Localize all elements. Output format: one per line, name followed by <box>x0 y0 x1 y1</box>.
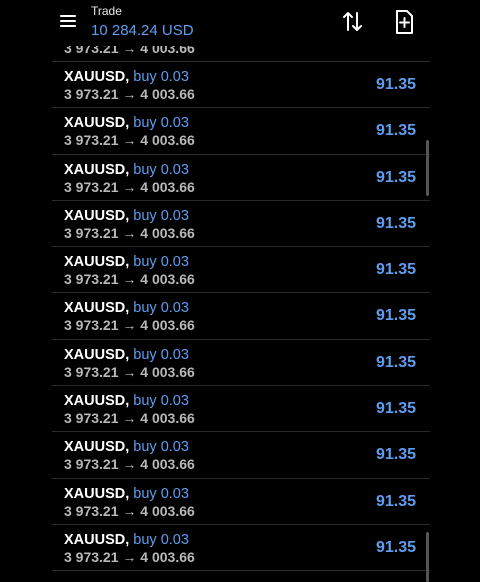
profit-value: 91.35 <box>375 353 416 371</box>
symbol: XAUUSD <box>64 485 126 502</box>
list-item[interactable]: XAUUSD, buy 0.03 3 973.21 → 4 003.66 91.… <box>52 155 430 201</box>
current-price: 4 003.66 <box>140 178 195 195</box>
profit-value: 91.35 <box>375 538 416 556</box>
list-item[interactable]: XAUUSD, buy 0.03 3 973.21 → 4 003.66 91.… <box>52 432 430 479</box>
profit-value: 91.35 <box>375 307 416 325</box>
list-item[interactable]: XAUUSD, buy 0.03 3 973.21 → 4 003.66 91.… <box>52 201 430 248</box>
profit-value: 91.35 <box>375 122 416 140</box>
symbol: XAUUSD <box>64 254 126 271</box>
current-price: 4 003.66 <box>140 502 195 519</box>
arrow-right-icon: → <box>122 224 137 241</box>
open-price: 3 973.21 <box>64 132 119 149</box>
open-price: 3 973.21 <box>64 548 119 565</box>
list-item[interactable]: XAUUSD, buy 0.03 3 973.21 → 4 003.66 91.… <box>52 247 430 294</box>
separator: , <box>125 485 130 502</box>
separator: , <box>125 531 130 548</box>
current-price: 4 003.66 <box>140 224 195 241</box>
profit-value: 91.35 <box>375 446 416 464</box>
current-price: 4 003.66 <box>140 271 195 288</box>
profit-value: 91.35 <box>375 400 416 418</box>
profit-value: 91.35 <box>375 76 416 93</box>
separator: , <box>125 393 130 410</box>
open-price: 3 973.21 <box>64 363 119 380</box>
position-side: buy 0.03 <box>133 69 189 85</box>
app-header: Trade 10 284.24 USD <box>0 0 480 46</box>
position-side: buy 0.03 <box>133 531 189 548</box>
open-price: 3 973.21 <box>64 224 119 241</box>
position-side: buy 0.03 <box>133 439 189 456</box>
open-price: 3 973.21 <box>64 410 119 427</box>
arrow-right-icon: → <box>122 271 137 288</box>
list-item[interactable]: XAUUSD, buy 0.03 3 973.21 → 4 003.66 91.… <box>52 293 430 340</box>
arrow-right-icon: → <box>122 548 137 565</box>
position-side: buy 0.03 <box>133 161 189 178</box>
scrollbar-thumb[interactable] <box>426 532 429 582</box>
add-document-icon[interactable] <box>390 8 418 36</box>
arrow-right-icon: → <box>122 363 137 380</box>
symbol: XAUUSD <box>64 300 126 317</box>
current-price: 4 003.66 <box>140 548 195 565</box>
symbol: XAUUSD <box>64 69 126 85</box>
list-item[interactable]: XAUUSD, buy 0.03 3 973.21 → 4 003.66 91.… <box>52 479 430 525</box>
menu-icon[interactable] <box>56 12 78 30</box>
open-price: 3 973.21 <box>64 271 119 288</box>
open-price: 3 973.21 <box>64 317 119 334</box>
page-title: Trade <box>91 4 122 18</box>
symbol: XAUUSD <box>64 393 126 410</box>
separator: , <box>125 207 130 224</box>
arrow-right-icon: → <box>122 317 137 334</box>
current-price: 4 003.66 <box>140 317 195 334</box>
open-price: 3 973.21 <box>64 178 119 195</box>
list-item[interactable]: XAUUSD, buy 0.03 3 973.21 → 4 003.66 91.… <box>52 386 430 433</box>
symbol: XAUUSD <box>64 439 126 456</box>
open-price: 3 973.21 <box>64 502 119 519</box>
profit-value: 91.35 <box>375 492 416 510</box>
separator: , <box>125 254 130 271</box>
list-item[interactable]: XAUUSD, buy 0.03 3 973.21 → 4 003.66 91.… <box>52 340 430 387</box>
profit-value: 91.35 <box>375 261 416 279</box>
arrow-right-icon: → <box>122 178 137 195</box>
current-price: 4 003.66 <box>140 86 195 102</box>
current-price: 4 003.66 <box>140 363 195 380</box>
sort-icon[interactable] <box>338 8 368 36</box>
symbol: XAUUSD <box>64 207 126 224</box>
symbol: XAUUSD <box>64 531 126 548</box>
symbol: XAUUSD <box>64 346 126 363</box>
separator: , <box>125 69 130 85</box>
separator: , <box>125 115 130 132</box>
position-side: buy 0.03 <box>133 115 189 132</box>
current-price: 4 003.66 <box>140 456 195 473</box>
open-price: 3 973.21 <box>64 456 119 473</box>
list-item[interactable]: XAUUSD, buy 0.03 3 973.21 → 4 003.66 91.… <box>52 62 430 109</box>
current-price: 4 003.66 <box>140 132 195 149</box>
position-side: buy 0.03 <box>133 207 189 224</box>
arrow-right-icon: → <box>122 132 137 149</box>
arrow-right-icon: → <box>122 86 137 102</box>
position-side: buy 0.03 <box>133 393 189 410</box>
separator: , <box>125 439 130 456</box>
positions-list[interactable]: 3 973.21 → 4 003.66 XAUUSD, buy 0.03 3 9… <box>52 37 430 572</box>
symbol: XAUUSD <box>64 115 126 132</box>
arrow-right-icon: → <box>122 410 137 427</box>
open-price: 3 973.21 <box>64 86 119 102</box>
profit-value: 91.35 <box>375 214 416 232</box>
list-item[interactable]: XAUUSD, buy 0.03 3 973.21 → 4 003.66 91.… <box>52 525 430 572</box>
symbol: XAUUSD <box>64 161 126 178</box>
separator: , <box>125 300 130 317</box>
list-item[interactable]: XAUUSD, buy 0.03 3 973.21 → 4 003.66 91.… <box>52 108 430 155</box>
profit-value: 91.35 <box>375 168 416 186</box>
scrollbar[interactable] <box>426 140 429 196</box>
current-price: 4 003.66 <box>140 410 195 427</box>
position-side: buy 0.03 <box>133 485 189 502</box>
position-side: buy 0.03 <box>133 300 189 317</box>
position-side: buy 0.03 <box>133 254 189 271</box>
position-side: buy 0.03 <box>133 346 189 363</box>
separator: , <box>125 346 130 363</box>
separator: , <box>125 161 130 178</box>
account-balance: 10 284.24 USD <box>91 22 194 39</box>
arrow-right-icon: → <box>122 456 137 473</box>
arrow-right-icon: → <box>122 502 137 519</box>
